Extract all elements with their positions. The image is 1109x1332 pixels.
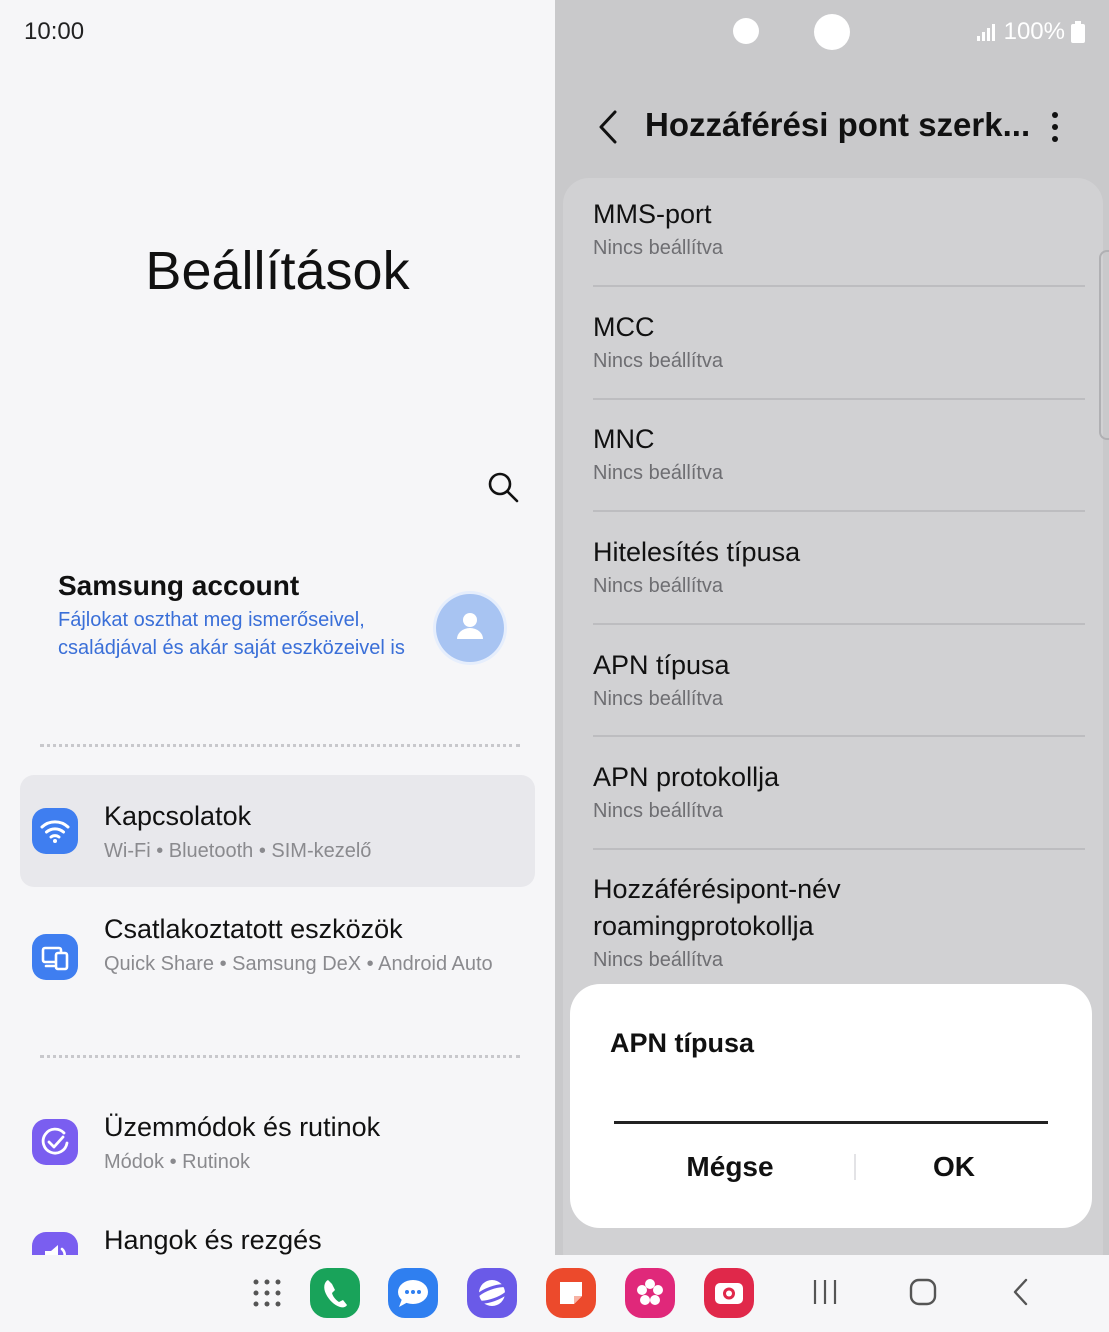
item-subtitle: Wi-Fi • Bluetooth • SIM-kezelő: [104, 840, 372, 862]
account-subtitle[interactable]: Fájlokat oszthat meg ismerőseivel, csalá…: [58, 606, 408, 662]
apn-item-mcc[interactable]: MCC Nincs beállítva: [593, 309, 1083, 373]
divider: [593, 735, 1085, 737]
ok-button[interactable]: OK: [844, 1144, 1064, 1190]
divider: [593, 623, 1085, 625]
apn-item-roaming-protocol[interactable]: Hozzáférésipont-név roamingprotokollja N…: [593, 871, 893, 972]
settings-item-connected-devices[interactable]: Csatlakoztatott eszközök Quick Share • S…: [20, 888, 535, 1000]
item-subtitle: Quick Share • Samsung DeX • Android Auto: [104, 953, 493, 975]
item-title: MNC: [593, 424, 655, 454]
account-title: Samsung account: [58, 570, 300, 601]
status-time: 10:00: [24, 18, 85, 45]
apn-type-input[interactable]: [614, 1084, 1048, 1124]
speaker-icon: [32, 1232, 78, 1255]
apps-grid-icon[interactable]: [252, 1278, 282, 1308]
divider: [593, 848, 1085, 850]
item-value: Nincs beállítva: [593, 800, 724, 822]
item-title: MCC: [593, 312, 655, 342]
item-title: APN típusa: [593, 650, 730, 680]
apn-type-dialog: APN típusa Mégse OK: [570, 984, 1092, 1228]
devices-icon: [32, 934, 78, 980]
phone-app-icon[interactable]: [310, 1268, 360, 1318]
search-icon[interactable]: [486, 470, 520, 504]
item-title: Hitelesítés típusa: [593, 537, 801, 567]
person-icon: [457, 613, 483, 639]
divider: [593, 285, 1085, 287]
item-value: Nincs beállítva: [593, 350, 724, 372]
divider: [593, 510, 1085, 512]
item-value: Nincs beállítva: [593, 462, 724, 484]
camera-dot: [814, 14, 850, 50]
wifi-icon: [32, 808, 78, 854]
divider: [40, 744, 520, 747]
item-value: Nincs beállítva: [593, 949, 724, 971]
item-title: Kapcsolatok: [104, 801, 252, 831]
apn-page-title: Hozzáférési pont szerk...: [645, 106, 1031, 143]
camera-app-icon[interactable]: [704, 1268, 754, 1318]
divider: [593, 398, 1085, 400]
gallery-app-icon[interactable]: [625, 1268, 675, 1318]
settings-item-modes-routines[interactable]: Üzemmódok és rutinok Módok • Rutinok: [20, 1086, 535, 1198]
settings-item-sounds-vibration[interactable]: Hangok és rezgés: [20, 1199, 535, 1255]
battery-level: 100%: [1003, 18, 1065, 45]
item-title: MMS-port: [593, 199, 712, 229]
taskbar: [0, 1255, 1109, 1332]
settings-pane: Beállítások Samsung account Fájlokat osz…: [0, 0, 555, 1255]
item-title: Hozzáférésipont-név roamingprotokollja: [593, 874, 841, 941]
more-options-icon[interactable]: [1047, 110, 1063, 144]
settings-item-connections[interactable]: Kapcsolatok Wi-Fi • Bluetooth • SIM-keze…: [20, 775, 535, 887]
camera-dot: [733, 18, 759, 44]
item-title: Hangok és rezgés: [104, 1225, 322, 1255]
apn-item-auth-type[interactable]: Hitelesítés típusa Nincs beállítva: [593, 534, 1083, 598]
internet-app-icon[interactable]: [467, 1268, 517, 1318]
back-nav-icon[interactable]: [1010, 1277, 1032, 1307]
item-subtitle: Módok • Rutinok: [104, 1151, 250, 1173]
avatar[interactable]: [436, 594, 504, 662]
messages-app-icon[interactable]: [388, 1268, 438, 1318]
signal-icon: [976, 24, 995, 41]
apn-item-mms-port[interactable]: MMS-port Nincs beállítva: [593, 196, 1083, 260]
item-value: Nincs beállítva: [593, 237, 724, 259]
item-value: Nincs beállítva: [593, 575, 724, 597]
apn-item-apn-type[interactable]: APN típusa Nincs beállítva: [593, 647, 1083, 711]
apn-item-mnc[interactable]: MNC Nincs beállítva: [593, 421, 1083, 485]
item-title: APN protokollja: [593, 762, 780, 792]
status-indicators: 100%: [976, 18, 1085, 46]
item-title: Üzemmódok és rutinok: [104, 1112, 381, 1142]
check-circle-icon: [32, 1119, 78, 1165]
back-arrow-icon[interactable]: [595, 108, 623, 146]
divider: [40, 1055, 520, 1058]
recent-apps-icon[interactable]: [812, 1277, 838, 1307]
dialog-title: APN típusa: [610, 1028, 755, 1058]
battery-icon: [1071, 21, 1085, 43]
notes-app-icon[interactable]: [546, 1268, 596, 1318]
page-title: Beállítások: [145, 241, 410, 301]
cancel-button[interactable]: Mégse: [620, 1144, 840, 1190]
item-value: Nincs beállítva: [593, 688, 724, 710]
home-icon[interactable]: [908, 1277, 938, 1307]
scrollbar[interactable]: [1099, 250, 1109, 440]
apn-item-apn-protocol[interactable]: APN protokollja Nincs beállítva: [593, 759, 1083, 823]
item-title: Csatlakoztatott eszközök: [104, 914, 403, 944]
